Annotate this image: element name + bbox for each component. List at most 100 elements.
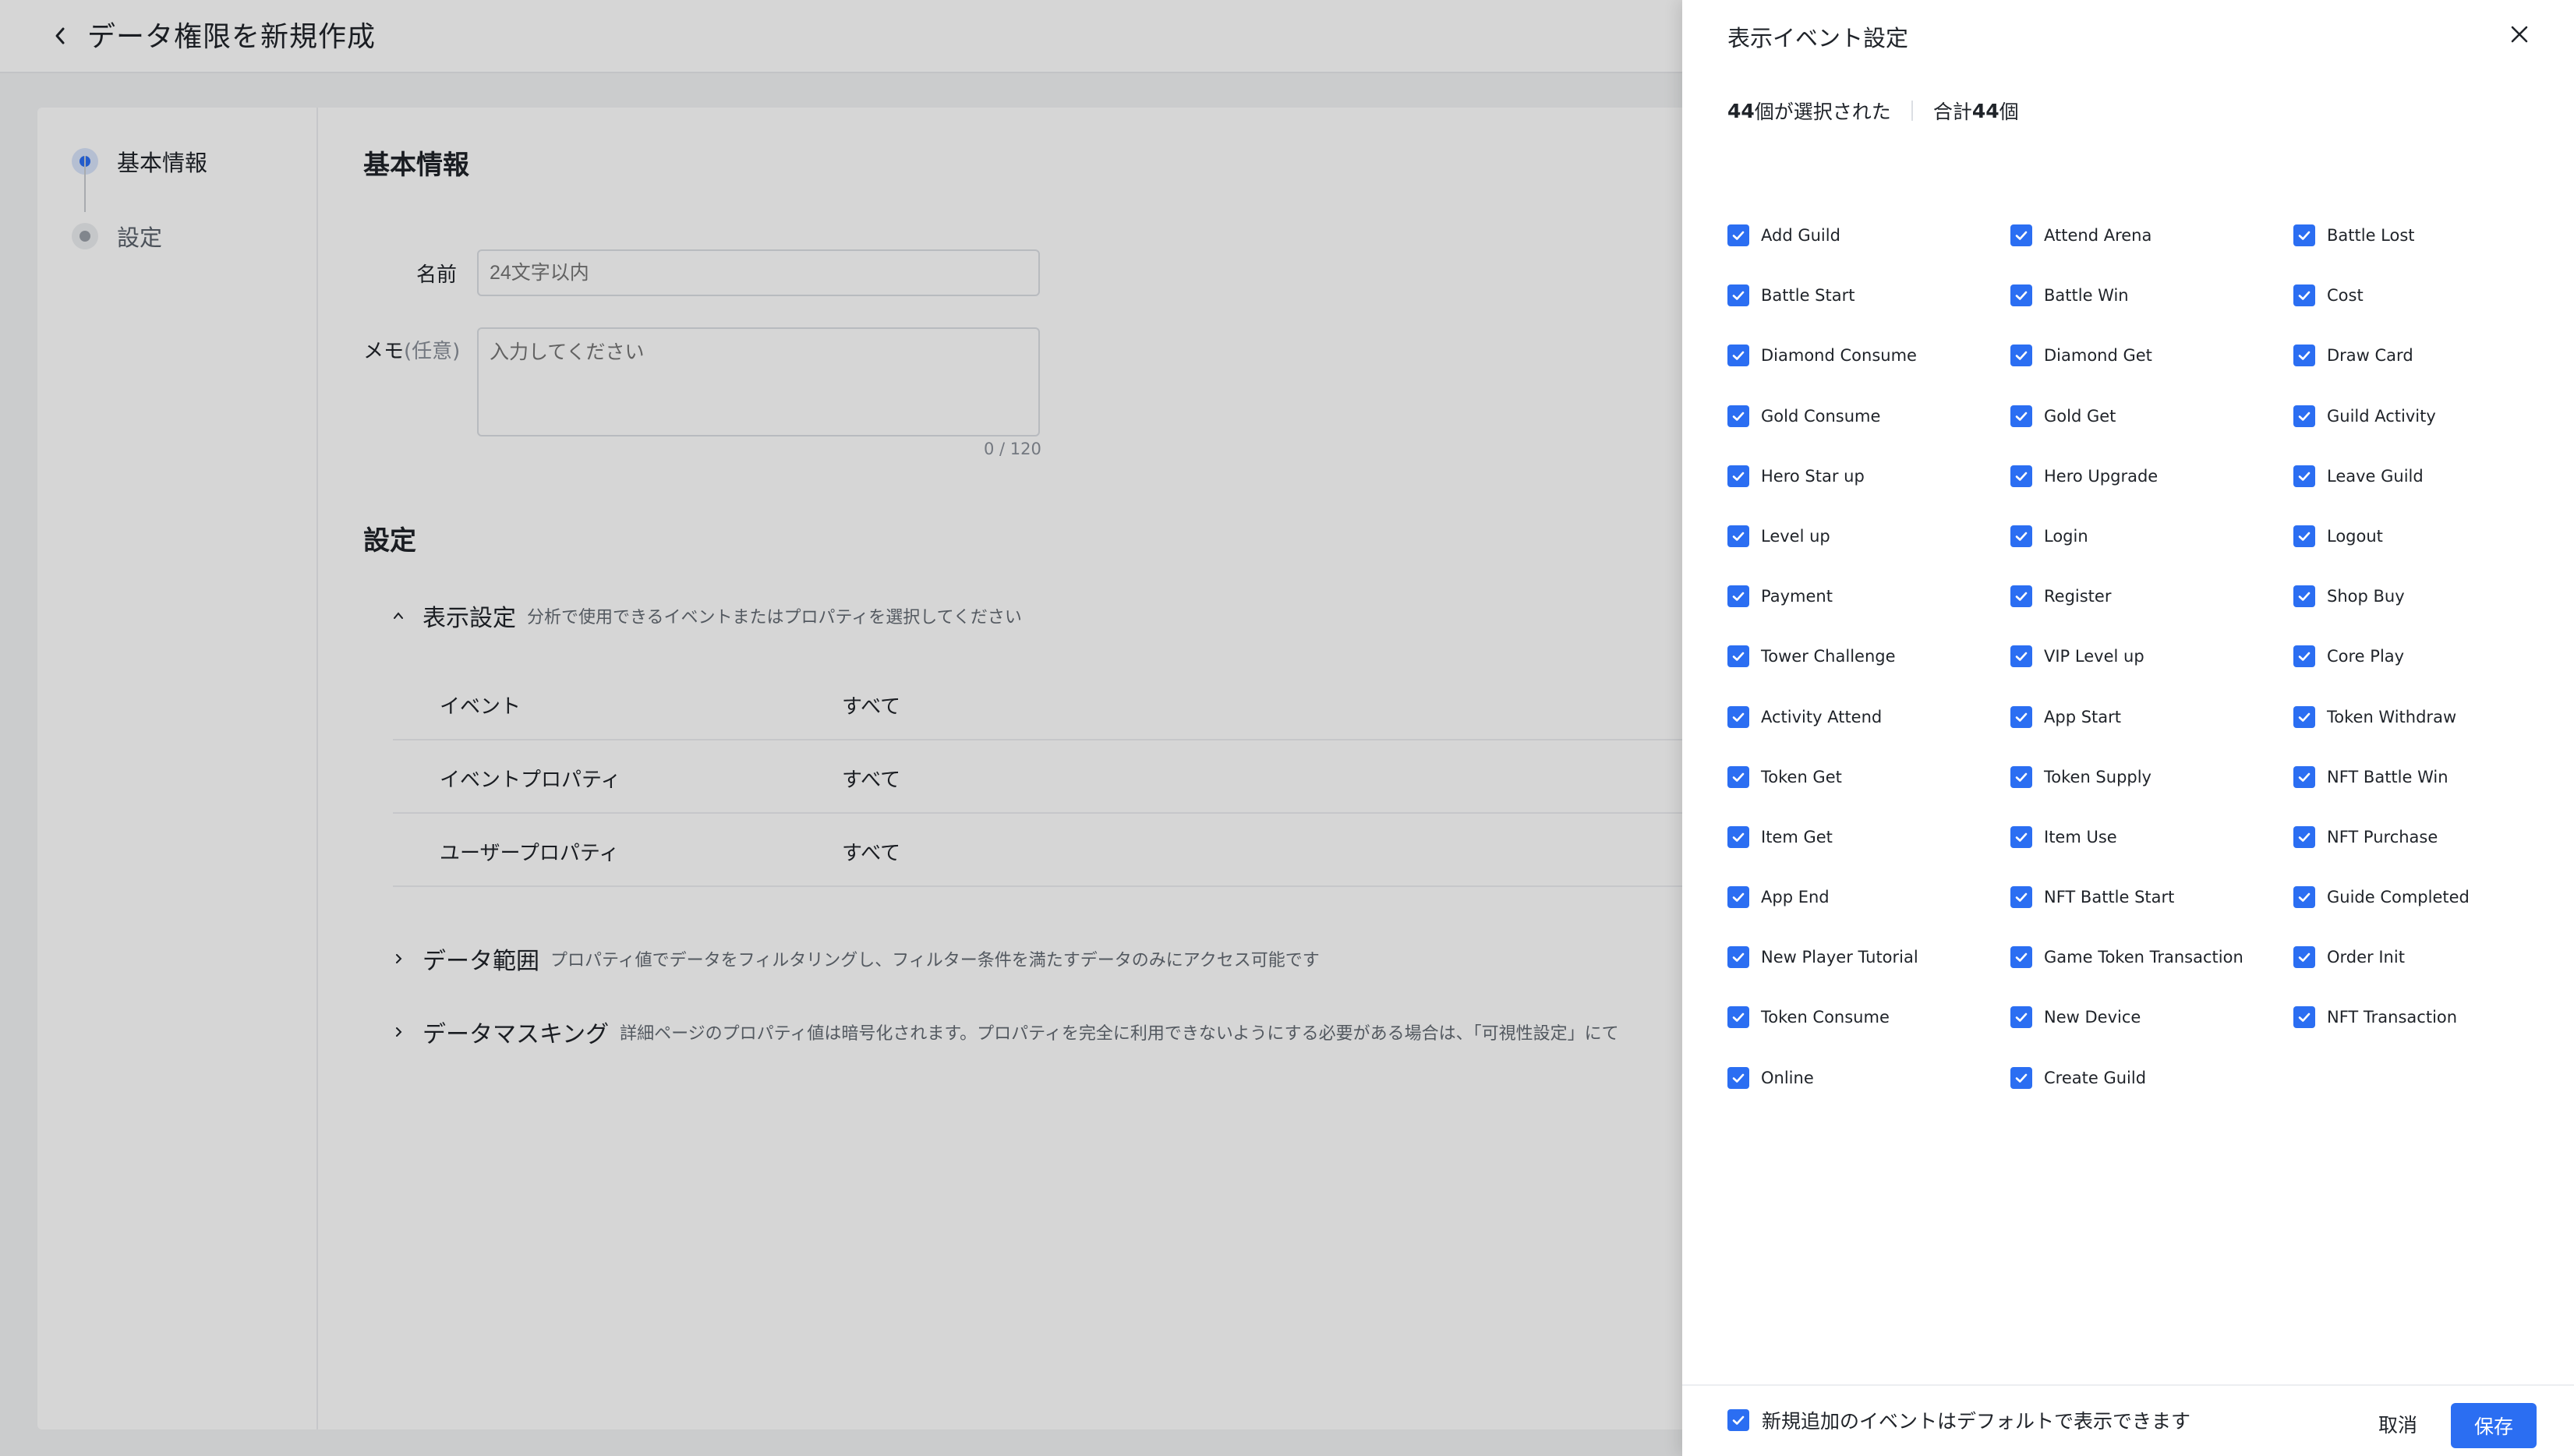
event-checkbox-item[interactable]: Tower Challenge: [1727, 641, 2010, 672]
event-checkbox-item[interactable]: Core Play: [2293, 641, 2538, 672]
event-checkbox-item[interactable]: NFT Purchase: [2293, 822, 2538, 853]
checkbox-checked[interactable]: [2010, 886, 2032, 909]
event-checkbox-item[interactable]: New Device: [2010, 1002, 2293, 1033]
event-checkbox-item[interactable]: Token Withdraw: [2293, 701, 2538, 733]
event-checkbox-item[interactable]: Token Get: [1727, 762, 2010, 793]
checkbox-checked[interactable]: [2293, 585, 2315, 608]
event-checkbox-item[interactable]: Diamond Consume: [1727, 340, 2010, 371]
checkbox-checked[interactable]: [1727, 765, 1749, 788]
checkbox-checked[interactable]: [1727, 345, 1749, 367]
checkbox-checked[interactable]: [1727, 1066, 1749, 1089]
event-checkbox-item[interactable]: Create Guild: [2010, 1062, 2293, 1094]
checkbox-checked[interactable]: [2010, 825, 2032, 848]
checkbox-checked[interactable]: [2293, 405, 2315, 427]
checkbox-checked[interactable]: [2293, 705, 2315, 728]
checkbox-checked[interactable]: [2010, 946, 2032, 969]
event-checkbox-item[interactable]: Level up: [1727, 521, 2010, 552]
checkbox-checked[interactable]: [2010, 525, 2032, 547]
checkmark-icon: [2298, 412, 2311, 421]
event-checkbox-item[interactable]: App Start: [2010, 701, 2293, 733]
checkbox-checked[interactable]: [2010, 1066, 2032, 1089]
close-button[interactable]: [2507, 22, 2532, 47]
checkbox-checked[interactable]: [1727, 405, 1749, 427]
event-checkbox-item[interactable]: Guild Activity: [2293, 401, 2538, 432]
event-checkbox-item[interactable]: Guide Completed: [2293, 882, 2538, 913]
checkbox-checked[interactable]: [2010, 705, 2032, 728]
save-button[interactable]: 保存: [2451, 1403, 2537, 1448]
checkbox-checked[interactable]: [1727, 645, 1749, 668]
checkbox-checked[interactable]: [1727, 1006, 1749, 1029]
event-checkbox-item[interactable]: NFT Battle Win: [2293, 762, 2538, 793]
event-label: Token Supply: [2044, 767, 2151, 786]
event-checkbox-item[interactable]: Order Init: [2293, 942, 2538, 973]
event-checkbox-item[interactable]: Payment: [1727, 581, 2010, 612]
checkbox-checked[interactable]: [2293, 465, 2315, 487]
event-checkbox-item[interactable]: Draw Card: [2293, 340, 2538, 371]
event-checkbox-item[interactable]: Gold Consume: [1727, 401, 2010, 432]
event-checkbox-item[interactable]: Hero Upgrade: [2010, 461, 2293, 492]
checkbox-checked[interactable]: [2010, 224, 2032, 246]
event-checkbox-item[interactable]: Battle Lost: [2293, 220, 2538, 251]
event-label: Payment: [1761, 587, 1833, 606]
event-checkbox-item[interactable]: Shop Buy: [2293, 581, 2538, 612]
event-checkbox-item[interactable]: Gold Get: [2010, 401, 2293, 432]
checkbox-checked[interactable]: [1727, 705, 1749, 728]
checkbox-checked[interactable]: [2293, 345, 2315, 367]
event-checkbox-item[interactable]: Token Consume: [1727, 1002, 2010, 1033]
event-checkbox-item[interactable]: Online: [1727, 1062, 2010, 1094]
checkbox-checked[interactable]: [2293, 525, 2315, 547]
checkbox-checked[interactable]: [2293, 224, 2315, 246]
checkbox-checked[interactable]: [2293, 886, 2315, 909]
event-checkbox-item[interactable]: Battle Win: [2010, 280, 2293, 311]
checkbox-checked[interactable]: [1727, 886, 1749, 909]
checkbox-checked[interactable]: [2293, 946, 2315, 969]
event-checkbox-item[interactable]: Activity Attend: [1727, 701, 2010, 733]
drawer-footer: 新規追加のイベントはデフォルトで表示できます 取消 保存: [1682, 1384, 2574, 1456]
event-checkbox-item[interactable]: Item Get: [1727, 822, 2010, 853]
checkbox-checked[interactable]: [2010, 465, 2032, 487]
checkbox-checked[interactable]: [1727, 825, 1749, 848]
checkbox-checked[interactable]: [2010, 345, 2032, 367]
checkbox-checked[interactable]: [2010, 765, 2032, 788]
checkbox-checked[interactable]: [2293, 765, 2315, 788]
event-checkbox-item[interactable]: NFT Battle Start: [2010, 882, 2293, 913]
event-checkbox-item[interactable]: Token Supply: [2010, 762, 2293, 793]
checkbox-checked[interactable]: [2010, 284, 2032, 307]
checkbox-checked[interactable]: [1727, 525, 1749, 547]
checkbox-checked[interactable]: [1727, 585, 1749, 608]
event-checkbox-item[interactable]: Item Use: [2010, 822, 2293, 853]
event-label: Create Guild: [2044, 1068, 2147, 1087]
event-checkbox-item[interactable]: App End: [1727, 882, 2010, 913]
event-checkbox-item[interactable]: Game Token Transaction: [2010, 942, 2293, 973]
event-checkbox-item[interactable]: Add Guild: [1727, 220, 2010, 251]
event-checkbox-item[interactable]: Hero Star up: [1727, 461, 2010, 492]
checkbox-checked[interactable]: [2010, 1006, 2032, 1029]
checkbox-checked[interactable]: [2293, 1006, 2315, 1029]
checkbox-checked[interactable]: [2293, 825, 2315, 848]
checkbox-checked[interactable]: [2293, 284, 2315, 307]
checkbox-checked[interactable]: [1727, 284, 1749, 307]
event-checkbox-item[interactable]: Attend Arena: [2010, 220, 2293, 251]
event-checkbox-item[interactable]: New Player Tutorial: [1727, 942, 2010, 973]
cancel-button[interactable]: 取消: [2362, 1403, 2434, 1445]
checkbox-checked[interactable]: [2293, 645, 2315, 668]
checkbox-checked[interactable]: [1727, 946, 1749, 969]
event-checkbox-item[interactable]: Cost: [2293, 280, 2538, 311]
event-checkbox-item[interactable]: Battle Start: [1727, 280, 2010, 311]
event-checkbox-item[interactable]: Diamond Get: [2010, 340, 2293, 371]
event-checkbox-item[interactable]: Logout: [2293, 521, 2538, 552]
event-checkbox-item[interactable]: Leave Guild: [2293, 461, 2538, 492]
checkbox-checked[interactable]: [2010, 645, 2032, 668]
checkbox-checked[interactable]: [1727, 224, 1749, 246]
checkbox-checked[interactable]: [1727, 465, 1749, 487]
event-checkbox-item[interactable]: NFT Transaction: [2293, 1002, 2538, 1033]
checkbox-checked[interactable]: [2010, 585, 2032, 608]
event-checkbox-item[interactable]: Register: [2010, 581, 2293, 612]
total-suffix: 個: [1999, 101, 2019, 123]
event-checkbox-item[interactable]: VIP Level up: [2010, 641, 2293, 672]
checkbox-checked[interactable]: [1727, 1409, 1749, 1431]
checkmark-icon: [2015, 652, 2028, 662]
event-checkbox-item[interactable]: Login: [2010, 521, 2293, 552]
default-visible-checkbox[interactable]: 新規追加のイベントはデフォルトで表示できます: [1727, 1406, 2190, 1434]
checkbox-checked[interactable]: [2010, 405, 2032, 427]
